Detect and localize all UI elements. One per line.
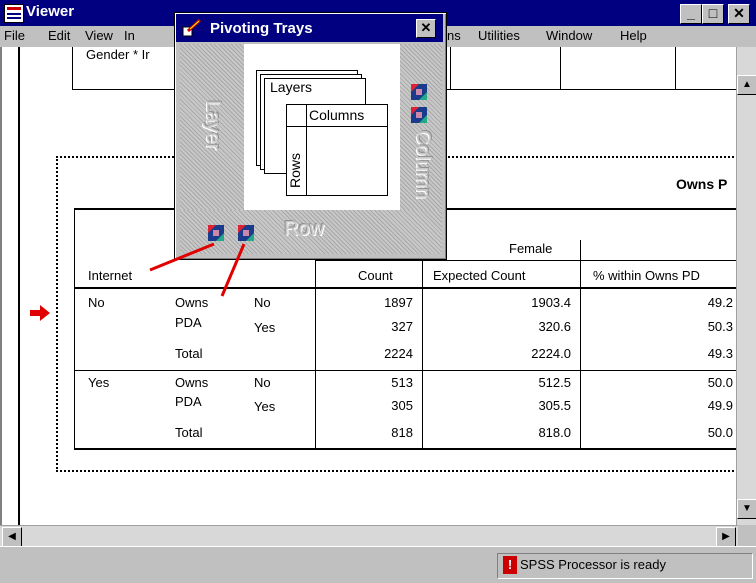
spss-viewer: Viewer _ □ ✕ File Edit View In ns Utilit… [0, 0, 756, 583]
pivot-connector-lines [149, 242, 246, 297]
